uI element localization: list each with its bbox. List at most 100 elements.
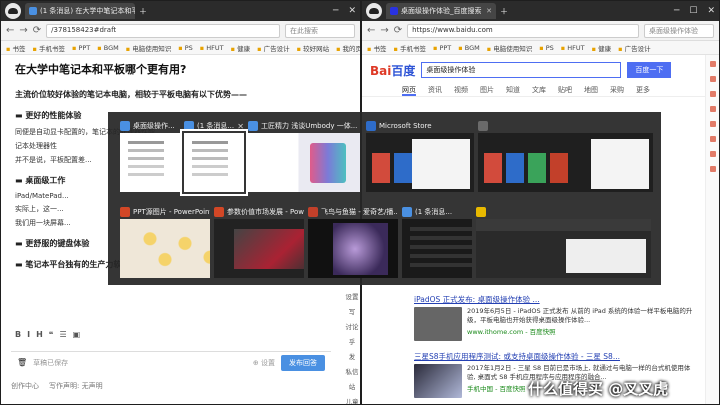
tab-images[interactable]: 图片 [480, 85, 494, 96]
back-icon[interactable]: ← [6, 25, 14, 36]
side-label[interactable]: 私信 [346, 366, 359, 376]
bookmark-item[interactable]: HFUT [561, 44, 584, 52]
switcher-window-4[interactable] [478, 119, 653, 192]
close-tab-icon[interactable]: ✕ [486, 7, 492, 15]
tab-purchase[interactable]: 采购 [610, 85, 624, 96]
baidu-logo[interactable]: Bai百度 [370, 62, 415, 79]
bookmark-item[interactable]: BGM [97, 44, 119, 52]
window-preview[interactable] [214, 219, 304, 278]
article-title[interactable]: 在大学中笔记本和平板哪个更有用? [15, 61, 346, 77]
tool-icon[interactable] [709, 106, 716, 112]
bookmark-item[interactable]: 较好网站 [297, 43, 329, 53]
minimize-icon[interactable]: ─ [674, 6, 679, 16]
switcher-window-5[interactable]: PPT源图片 - PowerPoint [120, 205, 210, 278]
settings-link[interactable]: ⊕ 设置 [253, 358, 275, 368]
tab-map[interactable]: 地图 [584, 85, 598, 96]
list-icon[interactable]: ☰ [60, 330, 67, 339]
bold-icon[interactable]: B [15, 330, 21, 339]
tab-video[interactable]: 视频 [454, 85, 468, 96]
window-preview[interactable] [308, 219, 398, 278]
side-label[interactable]: 乎 [349, 336, 356, 346]
close-window-icon[interactable]: ✕ [707, 6, 715, 16]
tool-icon[interactable] [709, 76, 716, 82]
switcher-window-6[interactable]: 参数价值市场发展 - PowerPoint [214, 205, 304, 278]
bookmark-item[interactable]: HFUT [200, 44, 223, 52]
side-label[interactable]: 写 [349, 306, 356, 316]
italic-icon[interactable]: I [27, 330, 30, 339]
bookmark-item[interactable]: PPT [433, 44, 451, 52]
forward-icon[interactable]: → [380, 25, 388, 36]
bookmark-item[interactable]: 手机书签 [32, 43, 65, 53]
minimize-icon[interactable]: ─ [333, 6, 338, 16]
quote-icon[interactable]: ❝ [49, 330, 54, 339]
result-source[interactable]: www.ithome.com - 百度快照 [467, 326, 694, 336]
address-input[interactable]: /378158423#draft [46, 23, 280, 38]
switcher-window-0[interactable]: 桌面级操作... [120, 119, 180, 192]
tool-icon[interactable] [709, 61, 716, 67]
bookmark-item[interactable]: 我的页面 [336, 43, 360, 53]
side-label[interactable]: 站 [349, 381, 356, 391]
window-preview[interactable] [180, 129, 248, 196]
back-icon[interactable]: ← [367, 25, 375, 36]
bookmark-item[interactable]: 广告设计 [257, 43, 290, 53]
close-icon[interactable]: ✕ [237, 122, 244, 131]
tool-icon[interactable] [709, 121, 716, 127]
bookmark-item[interactable]: 电脑使用知识 [487, 43, 532, 53]
bookmark-item[interactable]: 书签 [367, 43, 386, 53]
switcher-window-9[interactable] [476, 205, 651, 278]
tab-tieba[interactable]: 贴吧 [558, 85, 572, 96]
switcher-window-7[interactable]: 飞鸟与鱼猫 - 爱奇艺/播... [308, 205, 398, 278]
search-input[interactable]: 桌面级操作体验 [644, 23, 714, 38]
tab-wenku[interactable]: 文库 [532, 85, 546, 96]
result-thumbnail[interactable] [414, 307, 462, 341]
tab-news[interactable]: 资讯 [428, 85, 442, 96]
switcher-window-3[interactable]: Microsoft Store [366, 119, 474, 192]
address-input[interactable]: https://www.baidu.com [407, 23, 639, 38]
tool-icon[interactable] [709, 166, 716, 172]
reload-icon[interactable]: ⟳ [33, 25, 41, 36]
tool-icon[interactable] [709, 91, 716, 97]
side-label[interactable]: 讨论 [346, 321, 359, 331]
result-title[interactable]: iPadOS 正式发布: 桌面级操作体验 ... [414, 294, 694, 305]
tab-zhidao[interactable]: 知道 [506, 85, 520, 96]
switcher-window-8[interactable]: (1 条消息... [402, 205, 472, 278]
baidu-search-button[interactable]: 百度一下 [627, 62, 672, 78]
avatar[interactable] [5, 3, 21, 19]
tab-active[interactable]: (1 条消息) 在大学中笔记本和平板哪个更有用 ✕ [25, 3, 135, 19]
statement-select[interactable]: 写作声明: 无声明 [49, 381, 103, 391]
publish-button[interactable]: 发布回答 [281, 354, 325, 371]
tab-more[interactable]: 更多 [636, 85, 650, 96]
bookmark-item[interactable]: 健康 [592, 43, 611, 53]
creator-center-link[interactable]: 创作中心 [11, 381, 39, 391]
result-thumbnail[interactable] [414, 364, 462, 398]
search-input[interactable]: 在此搜索 [285, 23, 355, 38]
bookmark-item[interactable]: PS [539, 44, 554, 52]
bookmark-item[interactable]: PPT [72, 44, 90, 52]
bookmark-item[interactable]: BGM [458, 44, 480, 52]
bookmark-item[interactable]: 健康 [231, 43, 250, 53]
window-preview[interactable] [248, 133, 360, 192]
avatar[interactable] [366, 3, 382, 19]
window-preview[interactable] [366, 133, 474, 192]
trash-icon[interactable]: 🗑 [17, 358, 27, 367]
heading-icon[interactable]: H [36, 330, 43, 339]
window-preview[interactable] [476, 219, 651, 278]
window-preview[interactable] [402, 219, 472, 278]
bookmark-item[interactable]: 电脑使用知识 [126, 43, 171, 53]
tab-active[interactable]: 桌面级操作体验_百度搜索 ✕ [386, 3, 496, 19]
bookmark-item[interactable]: PS [178, 44, 193, 52]
window-preview[interactable] [120, 133, 180, 192]
maximize-icon[interactable]: ☐ [689, 6, 697, 16]
reload-icon[interactable]: ⟳ [394, 25, 402, 36]
new-tab-icon[interactable]: ＋ [139, 6, 147, 17]
bookmark-item[interactable]: 书签 [6, 43, 25, 53]
result-title[interactable]: 三星S8手机应用程序测试: 或支持桌面级操作体验 - 三星 S8... [414, 351, 694, 362]
article-lead[interactable]: 主流价位较好体验的笔记本电脑，相较于平板电脑有以下优势—— [15, 89, 346, 100]
switcher-window-1[interactable]: (1 条消息... ✕ [180, 119, 248, 196]
close-window-icon[interactable]: ✕ [348, 6, 356, 16]
bookmark-item[interactable]: 广告设计 [618, 43, 651, 53]
image-icon[interactable]: ▣ [73, 330, 81, 339]
tab-web[interactable]: 网页 [402, 85, 416, 96]
side-label[interactable]: 设置 [346, 291, 359, 301]
tool-icon[interactable] [709, 136, 716, 142]
